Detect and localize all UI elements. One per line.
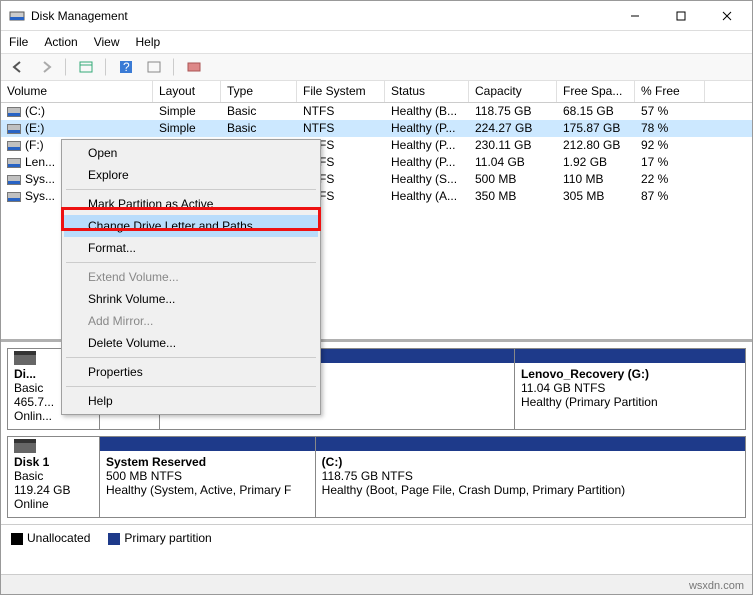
partition[interactable]: Lenovo_Recovery (G:)11.04 GB NTFSHealthy… [515, 349, 745, 429]
disk-label: Disk 1 [14, 455, 93, 469]
disk-icon [14, 443, 36, 453]
menu-mark-active[interactable]: Mark Partition as Active [64, 193, 318, 215]
drive-icon [7, 175, 21, 185]
menu-action[interactable]: Action [44, 35, 77, 49]
maximize-button[interactable] [658, 1, 704, 31]
close-button[interactable] [704, 1, 750, 31]
disk-size: 119.24 GB [14, 483, 93, 497]
menu-separator [66, 386, 316, 387]
settings-button[interactable] [183, 56, 205, 78]
separator [65, 58, 67, 76]
legend-unallocated: Unallocated [11, 531, 90, 545]
menu-help[interactable]: Help [136, 35, 161, 49]
disk-icon [14, 355, 36, 365]
partition[interactable]: System Reserved500 MB NTFSHealthy (Syste… [100, 437, 316, 517]
menu-format[interactable]: Format... [64, 237, 318, 259]
col-pctfree[interactable]: % Free [635, 81, 705, 102]
menu-help[interactable]: Help [64, 390, 318, 412]
drive-icon [7, 158, 21, 168]
separator [173, 58, 175, 76]
menu-open[interactable]: Open [64, 142, 318, 164]
volume-row[interactable]: (C:)SimpleBasicNTFSHealthy (B...118.75 G… [1, 103, 752, 120]
menu-bar: File Action View Help [1, 31, 752, 53]
menu-delete-volume[interactable]: Delete Volume... [64, 332, 318, 354]
show-hide-button[interactable] [75, 56, 97, 78]
title-bar: Disk Management [1, 1, 752, 31]
col-type[interactable]: Type [221, 81, 297, 102]
col-status[interactable]: Status [385, 81, 469, 102]
menu-change-drive-letter[interactable]: Change Drive Letter and Paths... [64, 215, 318, 237]
menu-add-mirror: Add Mirror... [64, 310, 318, 332]
col-capacity[interactable]: Capacity [469, 81, 557, 102]
refresh-button[interactable] [143, 56, 165, 78]
toolbar: ? [1, 53, 752, 81]
col-layout[interactable]: Layout [153, 81, 221, 102]
menu-shrink-volume[interactable]: Shrink Volume... [64, 288, 318, 310]
separator [105, 58, 107, 76]
disk-info: Disk 1 Basic 119.24 GB Online [8, 437, 100, 517]
drive-icon [7, 141, 21, 151]
disk-row[interactable]: Disk 1 Basic 119.24 GB Online System Res… [7, 436, 746, 518]
menu-file[interactable]: File [9, 35, 28, 49]
disk-type: Basic [14, 469, 93, 483]
volume-row[interactable]: (E:)SimpleBasicNTFSHealthy (P...224.27 G… [1, 120, 752, 137]
app-icon [9, 8, 25, 24]
menu-separator [66, 189, 316, 190]
minimize-button[interactable] [612, 1, 658, 31]
menu-separator [66, 357, 316, 358]
col-fs[interactable]: File System [297, 81, 385, 102]
back-button[interactable] [7, 56, 29, 78]
watermark: wsxdn.com [689, 580, 744, 592]
drive-icon [7, 192, 21, 202]
menu-view[interactable]: View [94, 35, 120, 49]
legend: Unallocated Primary partition [1, 524, 752, 551]
svg-text:?: ? [123, 60, 130, 74]
forward-button[interactable] [35, 56, 57, 78]
window-title: Disk Management [31, 9, 612, 23]
partition[interactable]: (C:)118.75 GB NTFSHealthy (Boot, Page Fi… [316, 437, 745, 517]
menu-extend-volume: Extend Volume... [64, 266, 318, 288]
volume-list-header: Volume Layout Type File System Status Ca… [1, 81, 752, 103]
menu-explore[interactable]: Explore [64, 164, 318, 186]
help-button[interactable]: ? [115, 56, 137, 78]
menu-separator [66, 262, 316, 263]
status-bar [1, 574, 752, 594]
col-volume[interactable]: Volume [1, 81, 153, 102]
context-menu: Open Explore Mark Partition as Active Ch… [61, 139, 321, 415]
col-free[interactable]: Free Spa... [557, 81, 635, 102]
legend-primary: Primary partition [108, 531, 211, 545]
drive-icon [7, 107, 21, 117]
drive-icon [7, 124, 21, 134]
menu-properties[interactable]: Properties [64, 361, 318, 383]
disk-state: Online [14, 497, 93, 511]
